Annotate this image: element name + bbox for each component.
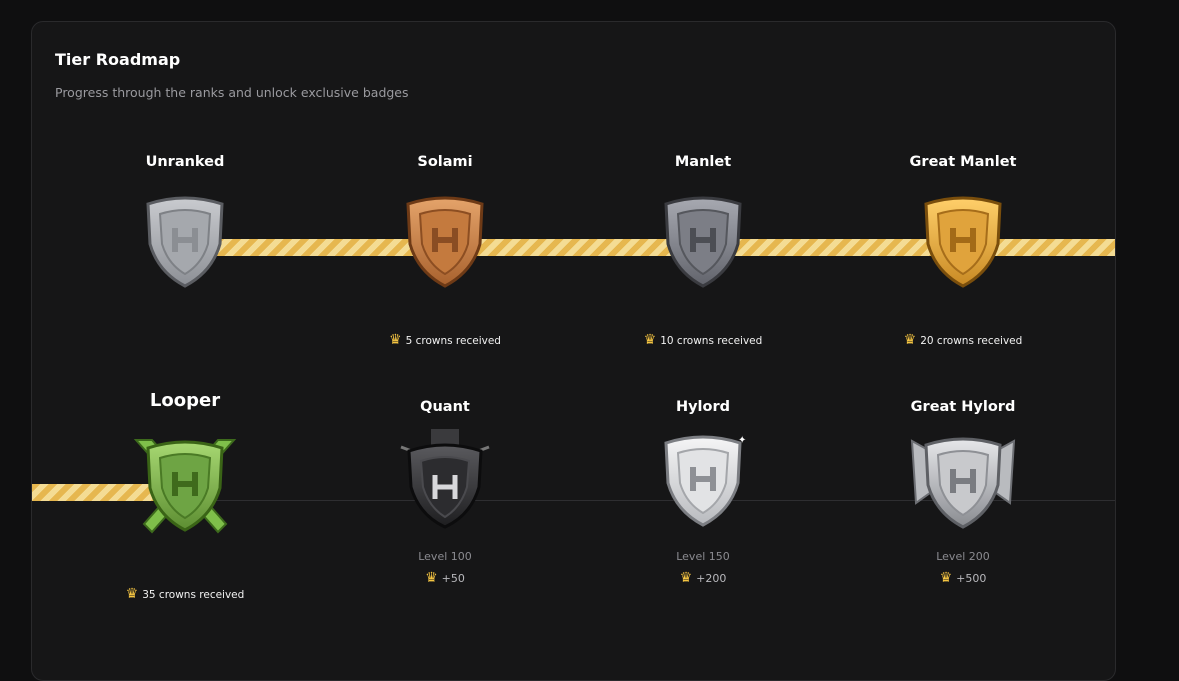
dark-banner-shield-icon [400, 429, 490, 529]
tier-great-manlet[interactable]: Great Manlet ♛ 20 crowns received [863, 154, 1063, 348]
level-requirement: Level 200 [936, 550, 990, 563]
tier-hylord[interactable]: Hylord ✦ Level 150 ♛ +200 [603, 399, 803, 586]
crown-icon: ♛ [643, 332, 657, 348]
requirement: ♛ 5 crowns received [389, 332, 501, 348]
tier-roadmap-card: Tier Roadmap Progress through the ranks … [31, 21, 1116, 681]
tier-name: Looper [149, 390, 221, 411]
crown-icon: ♛ [389, 332, 402, 348]
crown-icon: ♛ [125, 586, 139, 602]
crown-icon: ♛ [425, 570, 438, 586]
green-crossed-swords-shield-icon [133, 439, 237, 534]
tier-name: Hylord [675, 399, 731, 415]
tier-name: Great Manlet [909, 154, 1017, 170]
winged-silver-shield-icon [910, 437, 1016, 529]
tier-name: Unranked [145, 154, 225, 170]
silver-gray-shield-icon [146, 196, 224, 288]
page-subtitle: Progress through the ranks and unlock ex… [55, 85, 409, 100]
tier-name: Great Hylord [910, 399, 1016, 415]
tier-great-hylord[interactable]: Great Hylord Level 200 ♛ +500 [863, 399, 1063, 586]
platinum-shield-icon: ✦ [664, 435, 746, 527]
tier-name: Solami [417, 154, 473, 170]
tier-solami[interactable]: Solami ♛ 5 crowns received [345, 154, 545, 348]
svg-text:✦: ✦ [738, 435, 746, 446]
page-title: Tier Roadmap [55, 50, 181, 69]
level-requirement: Level 150 [676, 550, 730, 563]
crown-reward: ♛ +500 [939, 570, 987, 586]
level-requirement: Level 100 [418, 550, 472, 563]
crown-icon: ♛ [903, 332, 917, 348]
crown-reward: ♛ +50 [425, 570, 465, 586]
crown-icon: ♛ [679, 570, 693, 586]
tier-name: Manlet [674, 154, 732, 170]
steel-shield-icon [664, 196, 742, 288]
requirement: ♛ 10 crowns received [643, 332, 763, 348]
tier-name: Quant [420, 399, 470, 415]
gold-shield-icon [924, 196, 1002, 288]
requirement: ♛ 35 crowns received [125, 586, 245, 602]
tier-looper[interactable]: Looper ♛ 35 crowns received [85, 390, 285, 602]
tier-quant[interactable]: Quant Level 100 ♛ +50 [345, 399, 545, 586]
crown-reward: ♛ +200 [679, 570, 727, 586]
tier-unranked[interactable]: Unranked [85, 154, 285, 288]
tier-manlet[interactable]: Manlet ♛ 10 crowns received [603, 154, 803, 348]
requirement: ♛ 20 crowns received [903, 332, 1023, 348]
crown-icon: ♛ [939, 570, 953, 586]
bronze-shield-icon [406, 196, 484, 288]
